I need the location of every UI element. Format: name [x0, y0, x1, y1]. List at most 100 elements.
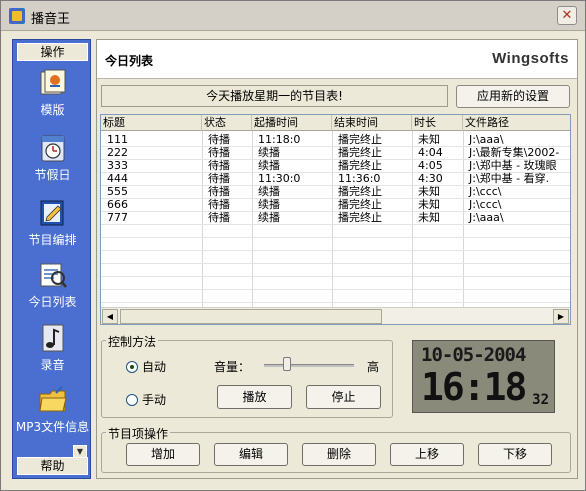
brand-logo: Wingsofts — [492, 50, 569, 67]
cell-duration: 4:30 — [418, 172, 443, 185]
cell-file-path: J:\ccc\ — [469, 185, 502, 198]
cell-file-path: J:\郑中基 - 看穿. — [469, 172, 550, 185]
sidebar-item-holiday[interactable]: 节假日 — [13, 133, 92, 193]
cell-start-time: 11:18:0 — [258, 133, 301, 146]
column-header-start-time[interactable]: 起播时间 — [252, 115, 332, 131]
cell-duration: 未知 — [418, 185, 440, 198]
table-row[interactable]: 333 待播 续播 播完终止 4:05 J:\郑中基 - 玫瑰眼 — [101, 159, 570, 172]
cell-duration: 未知 — [418, 211, 440, 224]
sidebar-item-today-list[interactable]: 今日列表 — [13, 260, 92, 320]
title-bar[interactable]: 播音王 ✕ — [1, 1, 585, 31]
sidebar-item-label: 模版 — [40, 103, 65, 117]
cell-start-time: 续播 — [258, 159, 280, 172]
cell-end-time: 播完终止 — [338, 211, 382, 224]
move-down-button[interactable]: 下移 — [478, 443, 552, 466]
column-header-duration[interactable]: 时长 — [412, 115, 463, 131]
clock-time: 16:18 — [421, 365, 527, 409]
column-header-file-path[interactable]: 文件路径 — [463, 115, 570, 131]
delete-button[interactable]: 删除 — [302, 443, 376, 466]
move-up-button[interactable]: 上移 — [390, 443, 464, 466]
cell-duration: 未知 — [418, 133, 440, 146]
add-button[interactable]: 增加 — [126, 443, 200, 466]
sidebar-item-template[interactable]: 模版 — [13, 68, 92, 128]
playlist-table[interactable]: 标题 状态 起播时间 结束时间 时长 文件路径 111 待播 11:18:0 播完终止… — [100, 114, 571, 325]
sidebar-item-recording[interactable]: 录音 — [13, 323, 92, 383]
stop-button[interactable]: 停止 — [306, 385, 381, 409]
sidebar-item-program-edit[interactable]: 节目编排 — [13, 198, 92, 258]
template-icon — [38, 68, 68, 98]
recording-note-icon — [38, 323, 68, 353]
cell-end-time: 播完终止 — [338, 159, 382, 172]
control-method-group: 控制方法 自动 手动 音量： 高 播放 停止 — [101, 333, 393, 418]
row-divider — [101, 250, 570, 251]
cell-end-time: 播完终止 — [338, 133, 382, 146]
cell-file-path: J:\郑中基 - 玫瑰眼 — [469, 159, 557, 172]
manual-radio-label: 手动 — [142, 393, 167, 407]
scroll-left-button[interactable]: ◀ — [102, 309, 118, 324]
sidebar-item-label: 节目编排 — [28, 233, 77, 247]
sidebar-item-mp3-info[interactable]: MP3文件信息 — [13, 385, 92, 445]
row-divider — [101, 263, 570, 264]
sidebar-header-operations[interactable]: 操作 — [17, 43, 88, 61]
schedule-notice: 今天播放星期一的节目表! — [101, 85, 448, 107]
row-divider — [101, 276, 570, 277]
mp3-folder-icon — [38, 385, 68, 415]
cell-title: 333 — [107, 159, 128, 172]
apply-settings-button[interactable]: 应用新的设置 — [456, 85, 570, 108]
window-title: 播音王 — [31, 12, 71, 27]
page-title: 今日列表 — [105, 54, 154, 68]
lcd-clock: 10-05-2004 16:18 32 — [412, 340, 555, 413]
close-button[interactable]: ✕ — [557, 6, 577, 25]
table-row[interactable]: 666 待播 续播 播完终止 未知 J:\ccc\ — [101, 198, 570, 211]
cell-duration: 4:05 — [418, 159, 443, 172]
cell-duration: 4:04 — [418, 146, 443, 159]
table-row[interactable]: 555 待播 续播 播完终止 未知 J:\ccc\ — [101, 185, 570, 198]
cell-file-path: J:\最新专集\2002- — [469, 146, 560, 159]
column-header-status[interactable]: 状态 — [202, 115, 252, 131]
sidebar-footer-help[interactable]: 帮助 — [17, 457, 88, 475]
volume-slider-track[interactable] — [264, 364, 354, 367]
column-header-end-time[interactable]: 结束时间 — [332, 115, 412, 131]
radio-selected-indicator — [126, 361, 138, 373]
horizontal-scrollbar[interactable]: ◀ ▶ — [101, 307, 570, 324]
column-header-title[interactable]: 标题 — [101, 115, 202, 131]
cell-status: 待播 — [208, 146, 230, 159]
program-edit-icon — [38, 198, 68, 228]
cell-end-time: 11:36:0 — [338, 172, 381, 185]
table-header: 标题 状态 起播时间 结束时间 时长 文件路径 — [101, 115, 570, 131]
cell-end-time: 播完终止 — [338, 146, 382, 159]
volume-label: 音量： — [214, 360, 251, 374]
play-button[interactable]: 播放 — [217, 385, 292, 409]
clock-seconds: 32 — [532, 392, 549, 408]
volume-high-label: 高 — [367, 360, 380, 374]
cell-start-time: 续播 — [258, 198, 280, 211]
table-row[interactable]: 111 待播 11:18:0 播完终止 未知 J:\aaa\ — [101, 133, 570, 146]
cell-status: 待播 — [208, 172, 230, 185]
row-divider — [101, 224, 570, 225]
header-strip: 今日列表 Wingsofts — [97, 40, 577, 79]
app-icon — [9, 8, 25, 24]
today-list-icon — [38, 260, 68, 290]
cell-status: 待播 — [208, 211, 230, 224]
radio-indicator — [126, 394, 138, 406]
scrollbar-thumb[interactable] — [120, 309, 382, 324]
manual-radio[interactable]: 手动 — [126, 391, 166, 408]
table-row[interactable]: 222 待播 续播 播完终止 4:04 J:\最新专集\2002- — [101, 146, 570, 159]
cell-title: 111 — [107, 133, 128, 146]
cell-end-time: 播完终止 — [338, 198, 382, 211]
auto-radio[interactable]: 自动 — [126, 358, 166, 375]
volume-slider-thumb[interactable] — [282, 357, 291, 371]
cell-start-time: 续播 — [258, 146, 280, 159]
row-divider — [101, 302, 570, 303]
cell-file-path: J:\ccc\ — [469, 198, 502, 211]
cell-start-time: 续播 — [258, 185, 280, 198]
scroll-right-button[interactable]: ▶ — [553, 309, 569, 324]
table-row[interactable]: 777 待播 续播 播完终止 未知 J:\aaa\ — [101, 211, 570, 224]
sidebar-item-label: MP3文件信息 — [15, 420, 90, 434]
cell-status: 待播 — [208, 159, 230, 172]
edit-button[interactable]: 编辑 — [214, 443, 288, 466]
cell-start-time: 11:30:0 — [258, 172, 301, 185]
cell-file-path: J:\aaa\ — [469, 133, 504, 146]
table-row[interactable]: 444 待播 11:30:0 11:36:0 4:30 J:\郑中基 - 看穿. — [101, 172, 570, 185]
cell-title: 777 — [107, 211, 128, 224]
